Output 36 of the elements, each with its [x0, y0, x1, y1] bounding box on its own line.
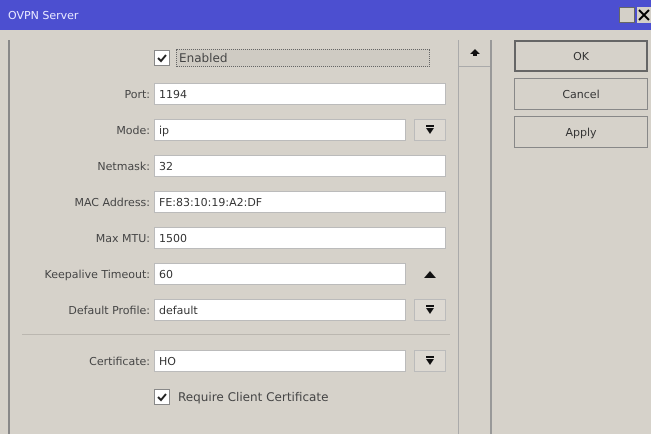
up-arrow-icon	[470, 48, 480, 58]
dialog-button[interactable]: Apply	[514, 116, 648, 148]
dropdown-field[interactable]: ip	[154, 119, 406, 141]
field-label: Mode:	[115, 124, 151, 136]
dropdown-button[interactable]	[414, 350, 446, 372]
maximize-button[interactable]	[619, 7, 635, 23]
dialog-button[interactable]: Cancel	[514, 78, 648, 110]
field-label: Netmask:	[96, 160, 151, 172]
dropdown-arrow-icon	[425, 356, 435, 366]
field-label: Max MTU:	[94, 232, 151, 244]
dropdown-arrow-icon	[425, 125, 435, 135]
field-label: Port:	[123, 88, 151, 100]
checkbox-label[interactable]: Require Client Certificate	[176, 389, 330, 405]
field-label: Default Profile:	[67, 304, 151, 316]
field-label: Keepalive Timeout:	[44, 268, 151, 280]
input-field[interactable]: FE:83:10:19:A2:DF	[154, 191, 446, 213]
checkbox-label[interactable]: Enabled	[176, 49, 430, 67]
field-label: MAC Address:	[73, 196, 151, 208]
field-label: Certificate:	[88, 354, 151, 368]
dropdown-field[interactable]: default	[154, 299, 406, 321]
check-icon	[156, 52, 168, 64]
dropdown-button[interactable]	[414, 299, 446, 321]
dropdown-field[interactable]: HO	[154, 350, 406, 372]
dialog-button[interactable]: OK	[514, 40, 648, 72]
check-icon	[156, 391, 168, 403]
input-field[interactable]: 1194	[154, 83, 446, 105]
close-button[interactable]	[637, 7, 651, 23]
input-field[interactable]: 60	[154, 263, 406, 285]
window-title: OVPN Server	[8, 8, 78, 22]
collapse-icon[interactable]	[424, 270, 436, 278]
checkbox[interactable]	[154, 50, 170, 66]
checkbox[interactable]	[154, 389, 170, 405]
input-field[interactable]: 1500	[154, 227, 446, 249]
input-field[interactable]: 32	[154, 155, 446, 177]
dropdown-arrow-icon	[425, 305, 435, 315]
dropdown-button[interactable]	[414, 119, 446, 141]
